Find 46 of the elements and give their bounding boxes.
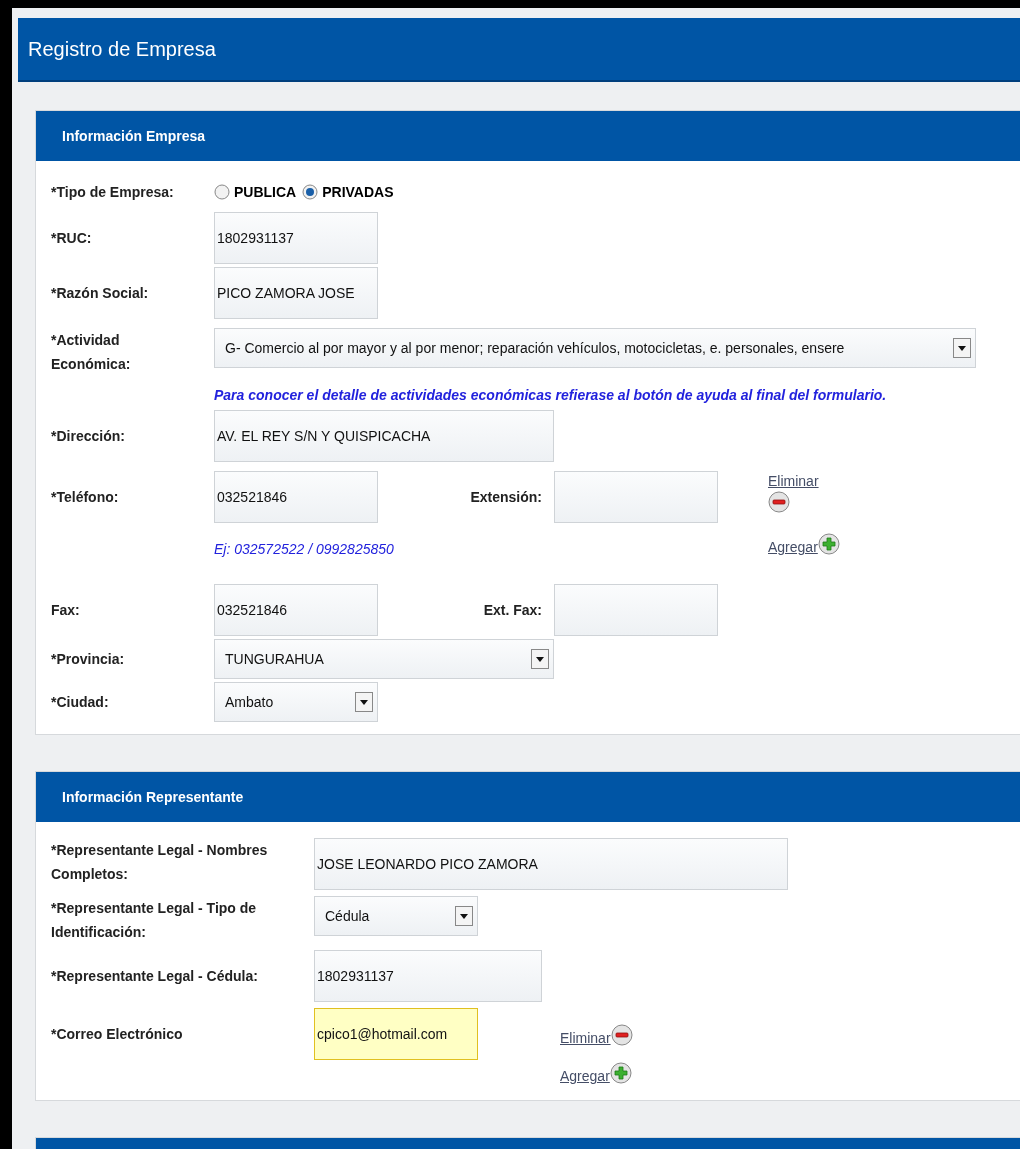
field-label: Ext. Fax: — [482, 601, 543, 620]
field-label: *RUC: — [51, 229, 93, 248]
remove-link[interactable]: Eliminar — [768, 473, 840, 489]
page-title: Registro de Empresa — [18, 18, 1020, 82]
field-label: Fax: — [51, 601, 81, 620]
input-field[interactable]: 1802931137 — [214, 212, 378, 264]
dropdown[interactable]: TUNGURAHUA — [214, 639, 554, 679]
minus-icon[interactable] — [768, 491, 790, 513]
radio-button[interactable] — [214, 184, 230, 200]
field-label: *Representante Legal - Cédula: — [51, 967, 259, 986]
dropdown[interactable]: Ambato — [214, 682, 378, 722]
input-field[interactable]: 032521846 — [214, 471, 378, 523]
dropdown[interactable]: G- Comercio al por mayor y al por menor; reparación vehículos, motocicletas, e. personales, ensere — [214, 328, 976, 368]
field-label: *Provincia: — [51, 650, 126, 669]
dropdown[interactable]: Cédula — [314, 896, 478, 936]
field-label: *Correo Electrónico — [51, 1025, 184, 1044]
input-field[interactable] — [554, 471, 718, 523]
field-label: *Tipo de Empresa: — [51, 183, 175, 202]
field-label: *Representante Legal - Tipo de Identificación: — [51, 899, 258, 942]
field-label: *Dirección: — [51, 427, 126, 446]
radio-label: PRIVADAS — [322, 184, 394, 200]
input-field[interactable]: cpico1@hotmail.com — [314, 1008, 478, 1060]
field-label: *Teléfono: — [51, 488, 120, 507]
section-header: Información Empresa — [36, 111, 1020, 161]
add-link[interactable]: Agregar — [768, 539, 818, 555]
plus-icon[interactable] — [609, 1062, 632, 1084]
field-label: *Razón Social: — [51, 284, 150, 303]
input-field[interactable]: PICO ZAMORA JOSE — [214, 267, 378, 319]
input-field[interactable]: 1802931137 — [314, 950, 542, 1002]
remove-link[interactable]: Eliminar — [560, 1030, 611, 1046]
section-header: Información Representante — [36, 772, 1020, 822]
field-label: *Ciudad: — [51, 693, 110, 712]
radio-button[interactable] — [302, 184, 319, 200]
plus-icon[interactable] — [817, 533, 840, 555]
minus-icon[interactable] — [610, 1024, 633, 1046]
add-link[interactable]: Agregar — [560, 1068, 610, 1084]
help-text: Para conocer el detalle de actividades económicas refierase al botón de ayuda al final del formulario. — [214, 386, 887, 405]
input-field[interactable]: AV. EL REY S/N Y QUISPICACHA — [214, 410, 554, 462]
input-field[interactable] — [554, 584, 718, 636]
field-label: *Actividad Económica: — [51, 331, 132, 374]
field-label: Extensión: — [469, 488, 543, 507]
radio-label: PUBLICA — [234, 184, 297, 200]
input-field[interactable]: 032521846 — [214, 584, 378, 636]
hint-text: Ej: 032572522 / 0992825850 — [214, 540, 394, 559]
input-field[interactable]: JOSE LEONARDO PICO ZAMORA — [314, 838, 788, 890]
field-label: *Representante Legal - Nombres Completos: — [51, 841, 269, 884]
